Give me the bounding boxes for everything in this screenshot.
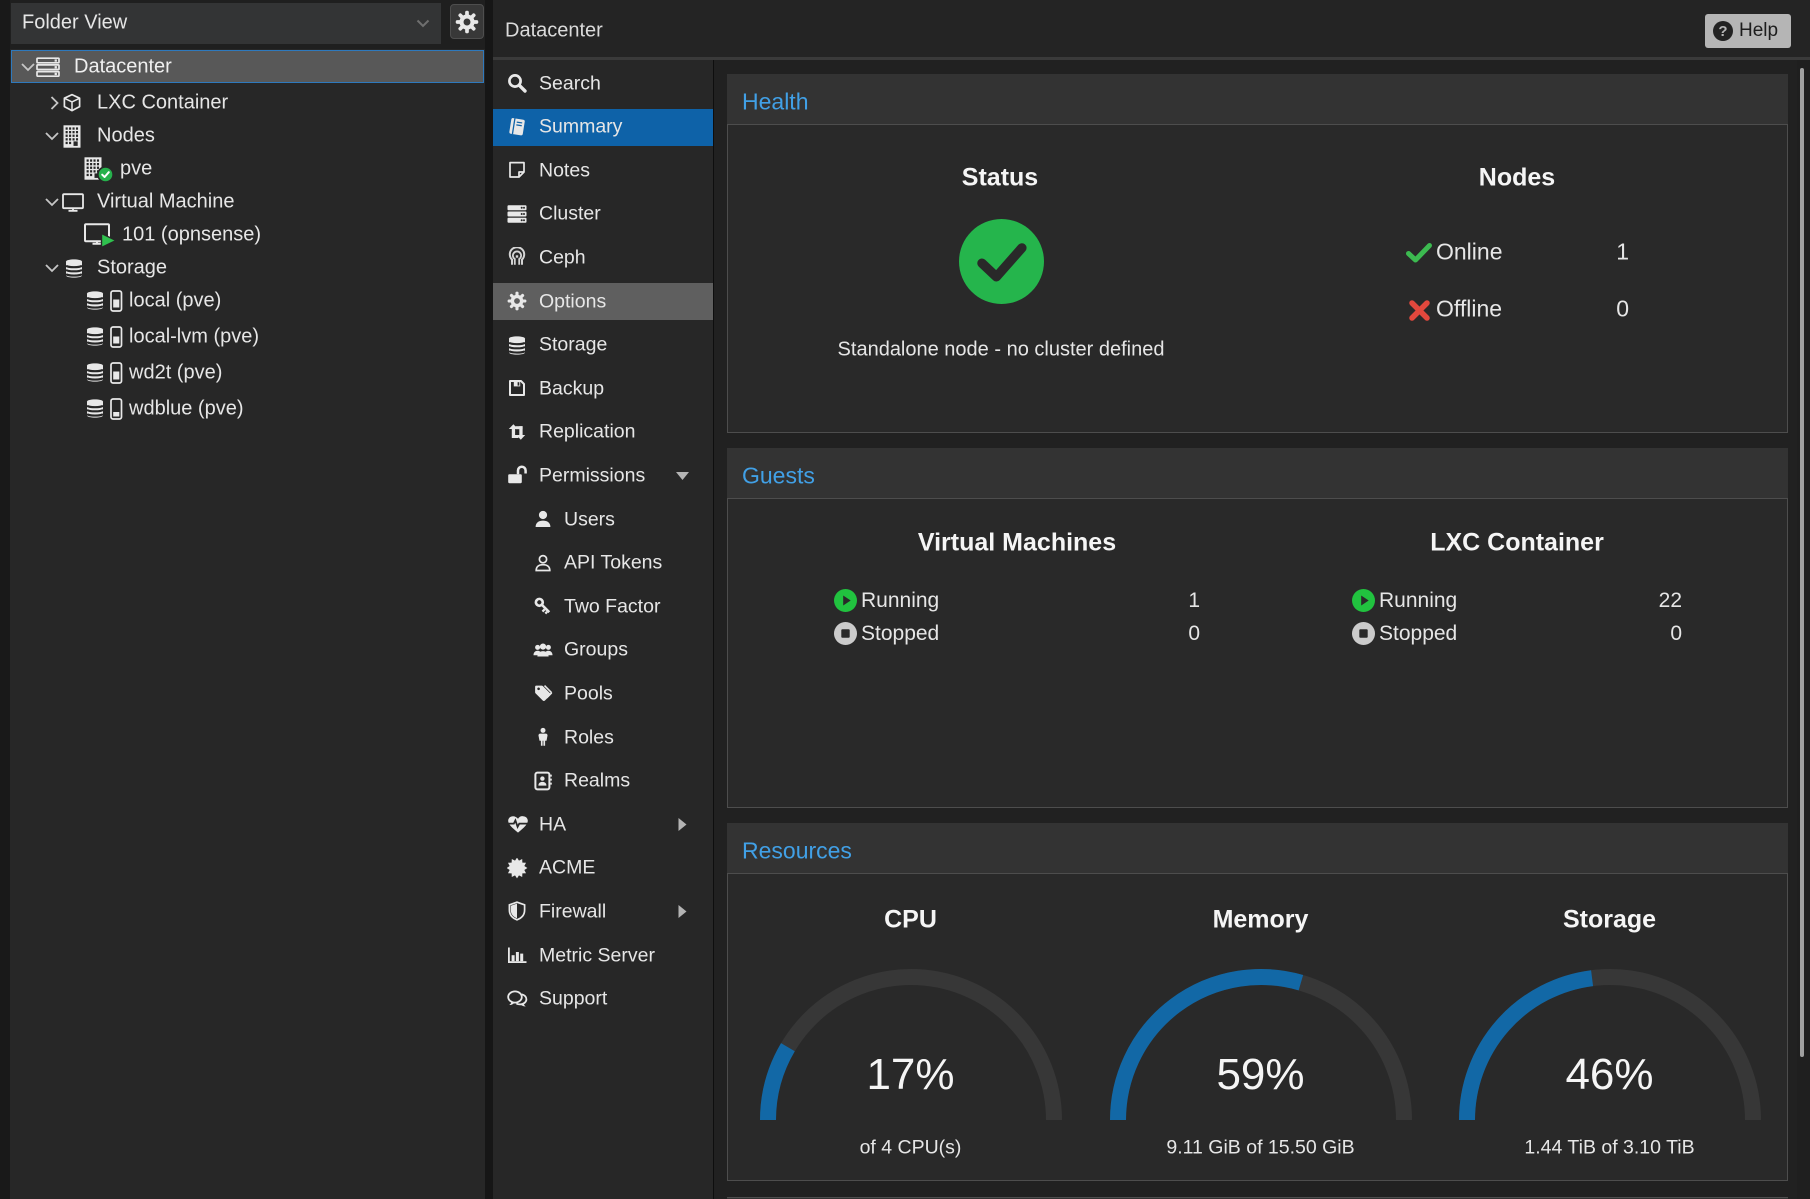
svg-text:?: ? [1718,23,1727,40]
